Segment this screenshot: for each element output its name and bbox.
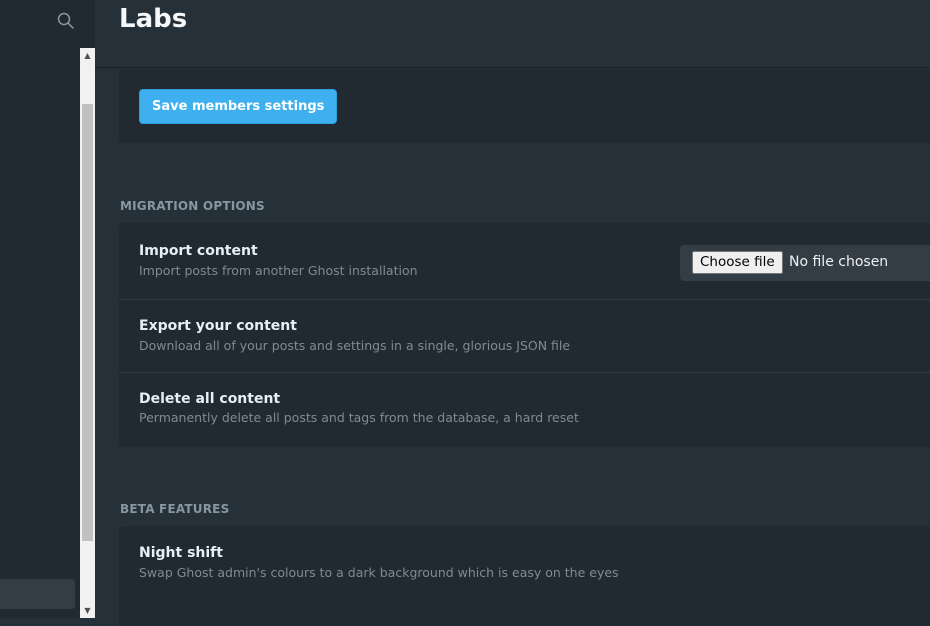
main-content: Labs Save members settings MIGRATION OPT… bbox=[95, 0, 930, 626]
export-content-description: Download all of your posts and settings … bbox=[139, 338, 571, 353]
scroll-up-arrow-icon[interactable]: ▲ bbox=[80, 48, 95, 63]
delete-all-content-description: Permanently delete all posts and tags fr… bbox=[139, 410, 579, 425]
import-file-input[interactable]: Choose file No file chosen bbox=[680, 245, 930, 281]
migration-options-box: Import content Import posts from another… bbox=[119, 223, 930, 447]
search-icon[interactable] bbox=[56, 11, 76, 31]
sidebar-item-active[interactable] bbox=[0, 579, 75, 609]
scroll-down-arrow-icon[interactable]: ▼ bbox=[80, 603, 95, 618]
page-title: Labs bbox=[119, 4, 188, 34]
delete-all-content-title: Delete all content bbox=[139, 391, 281, 407]
beta-features-box: Night shift Swap Ghost admin's colours t… bbox=[119, 526, 930, 626]
save-members-settings-button[interactable]: Save members settings bbox=[139, 89, 338, 124]
night-shift-title: Night shift bbox=[139, 545, 223, 561]
sidebar-top-strip bbox=[80, 0, 95, 48]
delete-all-content-row[interactable]: Delete all content Permanently delete al… bbox=[119, 373, 930, 447]
export-content-row[interactable]: Export your content Download all of your… bbox=[119, 300, 930, 373]
import-content-description: Import posts from another Ghost installa… bbox=[139, 263, 418, 278]
migration-options-heading: MIGRATION OPTIONS bbox=[120, 199, 265, 213]
import-content-title: Import content bbox=[139, 243, 258, 259]
night-shift-description: Swap Ghost admin's colours to a dark bac… bbox=[139, 565, 619, 580]
export-content-title: Export your content bbox=[139, 318, 297, 334]
scrollbar-thumb[interactable] bbox=[82, 104, 93, 541]
beta-features-heading: BETA FEATURES bbox=[120, 502, 230, 516]
scrollbar[interactable]: ▲ ▼ bbox=[80, 48, 95, 618]
sidebar bbox=[0, 0, 80, 618]
night-shift-row[interactable]: Night shift Swap Ghost admin's colours t… bbox=[119, 526, 930, 599]
choose-file-button[interactable]: Choose file bbox=[692, 251, 783, 274]
page-header: Labs bbox=[95, 0, 930, 68]
import-content-row: Import content Import posts from another… bbox=[119, 223, 930, 300]
file-status: No file chosen bbox=[789, 254, 889, 270]
members-settings-box: Save members settings bbox=[119, 69, 930, 143]
